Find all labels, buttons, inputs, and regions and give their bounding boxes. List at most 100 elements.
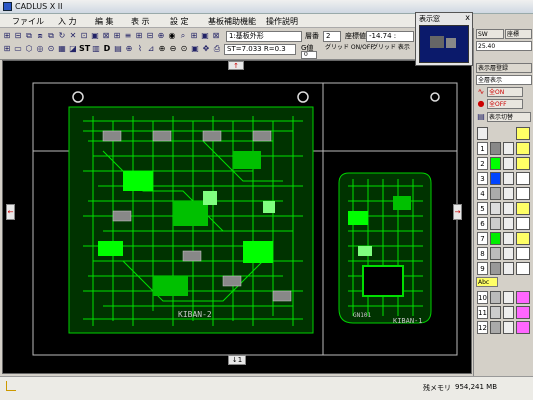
grid-value-field[interactable]: 0 [301, 51, 317, 59]
layer-swatch[interactable] [490, 321, 501, 334]
grid-icon[interactable]: ⊞ [134, 31, 144, 41]
route-icon[interactable]: ⌇ [135, 44, 145, 54]
layer-color-box[interactable] [516, 262, 530, 275]
layer-swatch[interactable] [490, 142, 501, 155]
layer-row[interactable]: 6 [476, 216, 532, 231]
menu-board-tools[interactable]: 基板補助機能 [208, 16, 256, 27]
draw-rect-icon[interactable]: ▭ [13, 44, 23, 54]
layer-row[interactable]: 3 [476, 171, 532, 186]
all-off-button[interactable]: 全OFF [487, 99, 523, 109]
layer-toggle[interactable] [503, 187, 514, 200]
menu-input[interactable]: 入 力 [58, 16, 77, 27]
fill-icon[interactable]: ▦ [57, 44, 67, 54]
layer-color-box[interactable] [516, 232, 530, 245]
layer-row[interactable]: 4 [476, 186, 532, 201]
layer-num-field[interactable]: 2 [323, 31, 341, 42]
select-icon[interactable]: ⊞ [2, 31, 12, 41]
pad-icon[interactable]: ◎ [35, 44, 45, 54]
layer-toggle[interactable] [503, 142, 514, 155]
layer-row[interactable]: 7 [476, 231, 532, 246]
select-area-icon[interactable]: ⊟ [13, 31, 23, 41]
layer-swatch[interactable] [490, 217, 501, 230]
print-icon[interactable]: ⎙ [212, 44, 222, 54]
st-icon[interactable]: ST [79, 44, 90, 54]
menu-edit[interactable]: 編 集 [95, 16, 114, 27]
abc-button[interactable]: Abc [476, 277, 498, 287]
layer-row[interactable] [476, 126, 532, 141]
mirror-icon[interactable]: ⧉ [46, 31, 56, 41]
edit-line-icon[interactable]: ⊿ [146, 44, 156, 54]
measure-icon[interactable]: ⊞ [112, 31, 122, 41]
delete-icon[interactable]: ✕ [68, 31, 78, 41]
redraw-icon[interactable]: ▣ [190, 44, 200, 54]
menu-help[interactable]: 操作説明 [266, 16, 298, 27]
close-icon[interactable]: x [465, 13, 470, 22]
rotate-icon[interactable]: ↻ [57, 31, 67, 41]
search-icon[interactable]: ⌕ [178, 31, 188, 41]
scroll-down-arrow[interactable]: ↓1 [228, 355, 246, 365]
layer-toggle[interactable] [503, 202, 514, 215]
scroll-right-arrow[interactable]: → [453, 204, 462, 220]
d-icon[interactable]: D [102, 44, 112, 54]
layer-toggle[interactable] [503, 157, 514, 170]
scroll-left-arrow[interactable]: ← [6, 204, 15, 220]
connect-icon[interactable]: ⊡ [79, 31, 89, 41]
menu-view[interactable]: 表 示 [131, 16, 150, 27]
coord-mode-button[interactable]: 座標 [505, 29, 532, 39]
grid-toggle-button[interactable]: グリッド ON/OFF [325, 43, 374, 53]
layer-swatch[interactable] [490, 247, 501, 260]
copy-icon[interactable]: ⧉ [24, 31, 34, 41]
all-layer-select[interactable]: 全層表示 [476, 75, 532, 85]
layer-toggle[interactable] [503, 172, 514, 185]
layer-color-box[interactable] [516, 247, 530, 260]
find-icon[interactable]: ⊟ [145, 31, 155, 41]
via-icon[interactable]: ⊙ [46, 44, 56, 54]
stop-icon[interactable]: ● [476, 99, 486, 109]
plus-icon[interactable] [477, 127, 488, 140]
measure-tool-icon[interactable]: ⊞ [189, 31, 199, 41]
layer-swatch[interactable] [490, 157, 501, 170]
group-icon[interactable]: ▣ [90, 31, 100, 41]
layer-toggle[interactable] [503, 217, 514, 230]
terminal-icon[interactable]: ▤ [113, 44, 123, 54]
layer-row[interactable]: 1 [476, 141, 532, 156]
coord-field[interactable]: -14.74 : [366, 31, 414, 42]
layer-color-box[interactable] [516, 306, 530, 319]
preview-screen[interactable] [419, 25, 469, 63]
layer-toggle[interactable] [503, 306, 514, 319]
layer-color-box[interactable] [516, 187, 530, 200]
array-icon[interactable]: ⊠ [101, 31, 111, 41]
layer-toggle[interactable] [503, 321, 514, 334]
layer-row[interactable]: 8 [476, 246, 532, 261]
zoom-in-icon[interactable]: ⊕ [157, 44, 167, 54]
layer-swatch[interactable] [490, 306, 501, 319]
layer-color-box[interactable] [516, 291, 530, 304]
wave-icon[interactable]: ∿ [476, 87, 486, 97]
layer-color-box[interactable] [516, 172, 530, 185]
layer-color-box[interactable] [516, 127, 530, 140]
component-icon[interactable]: ▥ [91, 44, 101, 54]
layer-row[interactable]: 11 [476, 305, 532, 320]
layer-select[interactable]: 1:基板外形 [226, 31, 302, 42]
layer-swatch[interactable] [490, 262, 501, 275]
preview-window[interactable]: 表示窓 x [415, 12, 473, 66]
layer-swatch[interactable] [490, 202, 501, 215]
layer-swatch[interactable] [490, 187, 501, 200]
layer-toggle[interactable] [503, 232, 514, 245]
zoom-area-icon[interactable]: ⊕ [156, 31, 166, 41]
layer-toggle[interactable] [503, 291, 514, 304]
layer-toggle[interactable] [503, 247, 514, 260]
value-field[interactable]: 25.40 [476, 41, 532, 51]
sw-button[interactable]: SW [476, 29, 504, 39]
menu-file[interactable]: ファイル [12, 16, 44, 27]
scroll-up-arrow[interactable]: ↑ [228, 61, 244, 70]
layer-color-box[interactable] [516, 202, 530, 215]
layers-icon[interactable]: ▤ [476, 112, 486, 122]
menu-settings[interactable]: 設 定 [170, 16, 189, 27]
layer-color-box[interactable] [516, 142, 530, 155]
check-icon[interactable]: ▣ [200, 31, 210, 41]
layer-row[interactable]: 12 [476, 320, 532, 335]
layer-swatch[interactable] [490, 232, 501, 245]
move-icon[interactable]: ⧈ [35, 31, 45, 41]
layer-color-box[interactable] [516, 321, 530, 334]
